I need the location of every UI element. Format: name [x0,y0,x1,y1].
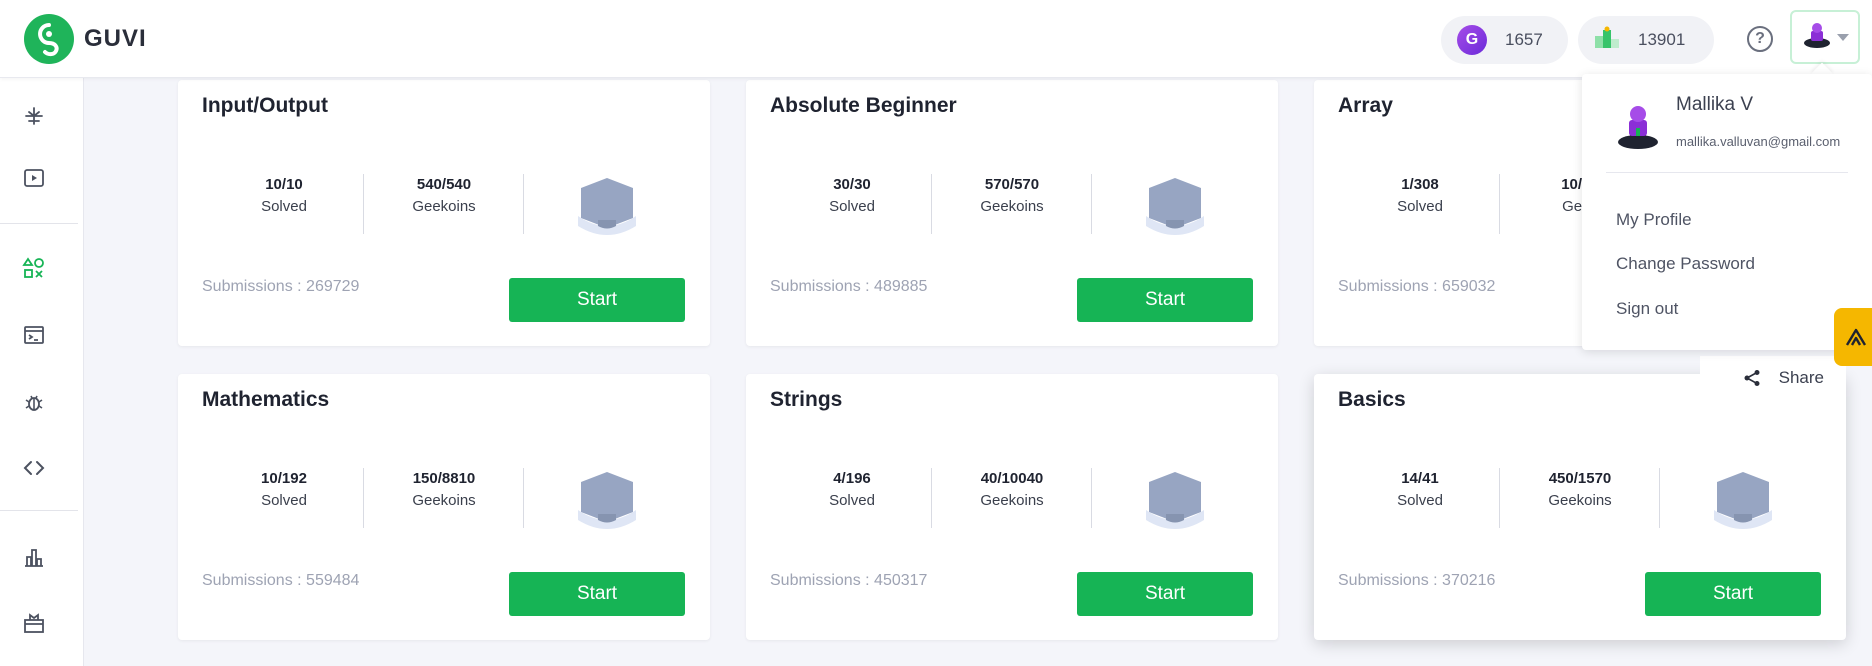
code-editor-icon[interactable] [20,321,48,349]
problem-card: Input/Output 10/10 Solved 540/540 Geekoins… [178,80,710,346]
badge-shield-icon [578,472,636,529]
stat-divider [1091,174,1092,234]
card-title: Array [1338,94,1393,117]
chevron-down-icon [1837,33,1849,41]
bug-icon[interactable] [20,388,48,416]
home-icon[interactable] [20,102,48,130]
help-glyph: ? [1755,30,1765,47]
profile-menu-button[interactable] [1790,10,1860,64]
solved-value: 10/192 [261,470,307,487]
stat-divider [523,174,524,234]
card-title: Strings [770,388,843,411]
problem-card: Mathematics 10/192 Solved 150/8810 Geekoin… [178,374,710,640]
solved-value: 30/30 [833,176,871,193]
solved-value: 10/10 [265,176,303,193]
menu-divider [1606,172,1848,173]
badge-shield-icon [578,178,636,235]
start-button[interactable]: Start [509,278,685,322]
user-menu-dropdown: Mallika V mallika.valluvan@gmail.com My … [1582,74,1872,350]
geekoins-value: 450/1570 [1548,470,1612,487]
sidebar-divider [0,510,78,511]
solved-label: Solved [261,198,307,215]
card-title: Mathematics [202,388,330,411]
avatar [1801,19,1833,56]
rank-value: 13901 [1638,30,1686,49]
badge-shield-icon [1146,178,1204,235]
sidebar-divider [0,223,78,224]
gift-icon[interactable] [20,609,48,637]
rank-counter[interactable]: 13901 [1578,16,1714,64]
start-button[interactable]: Start [1077,278,1253,322]
shapes-icon[interactable] [20,254,48,282]
start-button[interactable]: Start [1077,572,1253,616]
geekoins-label: Geekoins [1548,492,1612,509]
leaderboard-podium-icon [1594,26,1620,55]
solved-label: Solved [1397,198,1443,215]
submissions-count: Submissions : 659032 [1338,278,1496,295]
problem-card: Basics 14/41 Solved 450/1570 Geekoins Subm… [1314,374,1846,640]
guvi-logo[interactable]: GUVI [24,14,147,64]
solved-label: Solved [1397,492,1443,509]
geekoins-label: Geekoins [980,198,1044,215]
top-header: GUVI G 1657 13901 ? [0,0,1872,78]
card-title: Basics [1338,388,1406,411]
solved-label: Solved [829,198,875,215]
geekoins-value: 570/570 [984,176,1040,193]
solved-value: 14/41 [1401,470,1439,487]
geekoins-label: Geekoins [412,198,476,215]
geekoins-value: 150/8810 [412,470,476,487]
badge-shield-icon [1714,472,1772,529]
solved-label: Solved [829,492,875,509]
problem-card: Strings 4/196 Solved 40/10040 Geekoins Sub… [746,374,1278,640]
solved-label: Solved [261,492,307,509]
user-avatar [1618,106,1658,149]
stat-divider [1091,468,1092,528]
geekoins-value: 40/10040 [980,470,1044,487]
geekoins-label: Geekoins [980,492,1044,509]
solved-value: 1/308 [1401,176,1439,193]
guvi-logo-icon [24,14,74,64]
sidebar [0,78,84,666]
geekoins-counter[interactable]: G 1657 [1441,16,1568,64]
start-button[interactable]: Start [509,572,685,616]
stat-divider [1659,468,1660,528]
share-button[interactable]: Share [1700,356,1846,400]
submissions-count: Submissions : 269729 [202,278,360,295]
geekoins-value: 1657 [1505,30,1543,49]
leaderboard-icon[interactable] [20,543,48,571]
code-brackets-icon[interactable] [20,454,48,482]
user-email: mallika.valluvan@gmail.com [1676,134,1841,149]
geekoin-icon: G [1457,25,1487,55]
submissions-count: Submissions : 450317 [770,572,928,589]
menu-item-change-password[interactable]: Change Password [1616,254,1755,274]
share-label: Share [1778,368,1824,387]
share-icon [1744,370,1760,386]
help-icon[interactable]: ? [1747,26,1773,52]
start-button[interactable]: Start [1645,572,1821,616]
arrow-up-icon [1845,328,1867,346]
problem-card: Absolute Beginner 30/30 Solved 570/570 Gee… [746,80,1278,346]
solved-value: 4/196 [833,470,871,487]
stat-divider [523,468,524,528]
card-title: Input/Output [202,94,328,117]
menu-item-sign-out[interactable]: Sign out [1616,299,1678,319]
submissions-count: Submissions : 489885 [770,278,928,295]
menu-item-my-profile[interactable]: My Profile [1616,210,1692,230]
side-feedback-tab[interactable] [1834,308,1872,366]
brand-name: GUVI [84,25,147,52]
video-icon[interactable] [20,164,48,192]
user-name: Mallika V [1676,94,1754,115]
badge-shield-icon [1146,472,1204,529]
submissions-count: Submissions : 559484 [202,572,360,589]
geekoins-label: Geekoins [412,492,476,509]
card-title: Absolute Beginner [770,94,957,117]
submissions-count: Submissions : 370216 [1338,572,1496,589]
geekoins-value: 540/540 [416,176,472,193]
